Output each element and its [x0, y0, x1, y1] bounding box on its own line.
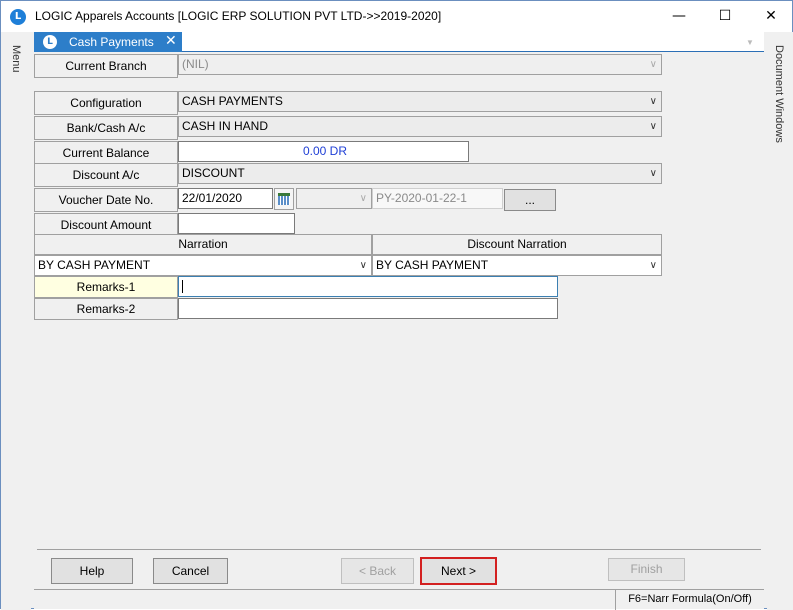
- tab-logo-icon: L: [43, 35, 57, 49]
- chevron-down-icon: ∨: [359, 193, 367, 204]
- document-windows-sidebar[interactable]: Document Windows: [767, 32, 793, 610]
- chevron-down-icon: ∨: [359, 260, 367, 271]
- current-balance-value: 0.00 DR: [178, 141, 469, 162]
- close-button[interactable]: ✕: [748, 1, 793, 32]
- voucher-date-label: Voucher Date No.: [34, 188, 178, 212]
- discount-amount-input[interactable]: [178, 213, 295, 234]
- chevron-down-icon: ∨: [649, 59, 657, 70]
- status-shortcut-hint: F6=Narr Formula(On/Off): [615, 590, 764, 610]
- remarks-2-input[interactable]: [178, 298, 558, 319]
- discount-ac-select[interactable]: DISCOUNT ∨: [178, 163, 662, 184]
- document-windows-label: Document Windows: [773, 45, 785, 143]
- current-branch-select: (NIL) ∨: [178, 54, 662, 75]
- back-button: < Back: [341, 558, 414, 584]
- discount-ac-label: Discount A/c: [34, 163, 178, 187]
- configuration-label: Configuration: [34, 91, 178, 115]
- document-tab-strip: L Cash Payments ✕: [34, 32, 764, 52]
- minimize-button[interactable]: —: [656, 1, 702, 32]
- help-button[interactable]: Help: [51, 558, 133, 584]
- voucher-browse-button[interactable]: ...: [504, 189, 556, 211]
- maximize-button[interactable]: ☐: [702, 1, 748, 32]
- tab-cash-payments[interactable]: L Cash Payments ✕: [34, 32, 182, 52]
- next-button[interactable]: Next >: [420, 557, 497, 585]
- narration-value: BY CASH PAYMENT: [38, 258, 151, 272]
- remarks-2-label: Remarks-2: [34, 298, 178, 320]
- current-balance-label: Current Balance: [34, 141, 178, 165]
- discount-ac-value: DISCOUNT: [182, 166, 245, 180]
- tab-label: Cash Payments: [69, 35, 154, 49]
- narration-header: Narration: [34, 234, 372, 255]
- voucher-date-input[interactable]: 22/01/2020: [178, 188, 273, 209]
- discount-narration-header: Discount Narration: [372, 234, 662, 255]
- cash-payments-form: Current Branch (NIL) ∨ Configuration CAS…: [34, 52, 764, 553]
- chevron-down-icon: ∨: [649, 260, 657, 271]
- voucher-series-select: ∨: [296, 188, 372, 209]
- current-branch-value: (NIL): [182, 57, 209, 71]
- chevron-down-icon: ∨: [649, 96, 657, 107]
- cancel-button[interactable]: Cancel: [153, 558, 228, 584]
- window-title: LOGIC Apparels Accounts [LOGIC ERP SOLUT…: [35, 9, 442, 23]
- title-bar: L LOGIC Apparels Accounts [LOGIC ERP SOL…: [1, 1, 792, 32]
- discount-narration-value: BY CASH PAYMENT: [376, 258, 489, 272]
- calendar-icon[interactable]: [274, 188, 294, 210]
- chevron-down-icon: ∨: [649, 168, 657, 179]
- remarks-1-input[interactable]: [178, 276, 558, 297]
- discount-narration-select[interactable]: BY CASH PAYMENT ∨: [372, 255, 662, 276]
- remarks-1-label: Remarks-1: [34, 276, 178, 298]
- bank-cash-select[interactable]: CASH IN HAND ∨: [178, 116, 662, 137]
- narration-select[interactable]: BY CASH PAYMENT ∨: [34, 255, 372, 276]
- bank-cash-value: CASH IN HAND: [182, 119, 269, 133]
- voucher-number-input: PY-2020-01-22-1: [372, 188, 503, 209]
- configuration-select[interactable]: CASH PAYMENTS ∨: [178, 91, 662, 112]
- chevron-down-icon: ∨: [649, 121, 657, 132]
- text-cursor: [182, 280, 183, 293]
- menu-sidebar[interactable]: Menu: [1, 32, 31, 610]
- current-branch-label: Current Branch: [34, 54, 178, 78]
- bank-cash-label: Bank/Cash A/c: [34, 116, 178, 140]
- tab-list-dropdown-icon[interactable]: ▼: [746, 38, 754, 47]
- app-logo-icon: L: [10, 9, 26, 25]
- configuration-value: CASH PAYMENTS: [182, 94, 283, 108]
- status-bar: F6=Narr Formula(On/Off): [34, 589, 764, 610]
- finish-button: Finish: [608, 558, 685, 581]
- menu-sidebar-label: Menu: [10, 45, 22, 73]
- footer-separator: [37, 549, 761, 550]
- app-window: L LOGIC Apparels Accounts [LOGIC ERP SOL…: [0, 0, 793, 610]
- tab-close-icon[interactable]: ✕: [165, 33, 177, 49]
